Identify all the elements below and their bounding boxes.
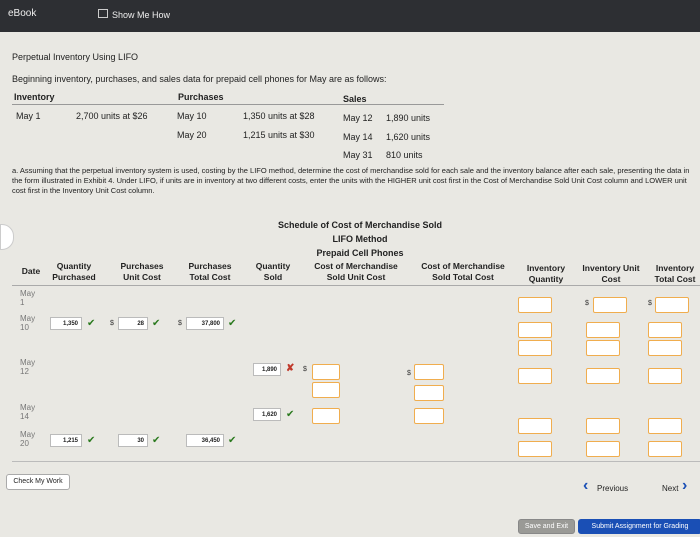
may12-inv-unit-input[interactable] [586, 368, 620, 384]
save-and-exit-button[interactable]: Save and Exit [518, 519, 575, 534]
row-date-may20: May 20 [20, 430, 36, 448]
inventory-header: Inventory [14, 92, 55, 102]
may20-purch-total[interactable]: 36,450 [186, 434, 224, 447]
schedule-method: LIFO Method [332, 234, 388, 244]
check-icon: ✔ [286, 409, 295, 420]
may1-inv-total-input[interactable] [655, 297, 689, 313]
may20-inv-qty-input[interactable] [518, 441, 552, 457]
header-divider [12, 104, 444, 105]
previous-button[interactable]: Previous [597, 484, 628, 493]
may10-inv-unit-input-1[interactable] [586, 322, 620, 338]
check-my-work-button[interactable]: Check My Work [6, 474, 70, 490]
inventory-desc: 2,700 units at $26 [76, 111, 148, 121]
sale-units: 810 units [386, 150, 423, 160]
may10-purch-total[interactable]: 37,800 [186, 317, 224, 330]
may12-cms-unit-input-1[interactable] [312, 364, 340, 380]
schedule-bottom-divider [12, 461, 700, 462]
sale-date: May 14 [343, 132, 373, 142]
check-icon: ✔ [152, 318, 161, 329]
sale-units: 1,620 units [386, 132, 431, 142]
schedule-product: Prepaid Cell Phones [316, 248, 404, 258]
may12-cms-unit-input-2[interactable] [312, 382, 340, 398]
row-date-may14: May 14 [20, 403, 36, 421]
dollar-sign: $ [407, 370, 411, 377]
check-icon: ✔ [228, 318, 237, 329]
may14-inv-total-input[interactable] [648, 418, 682, 434]
may10-purch-unit[interactable]: 28 [118, 317, 148, 330]
col-inv-qty: Inventory Quantity [526, 263, 566, 284]
problem-title: Perpetual Inventory Using LIFO [12, 52, 139, 62]
dollar-sign: $ [178, 320, 182, 327]
col-inv-unit-cost: Inventory Unit Cost [582, 263, 640, 284]
may1-inv-unit-input[interactable] [593, 297, 627, 313]
may14-cms-total-input[interactable] [414, 408, 444, 424]
next-button[interactable]: Next [662, 484, 678, 493]
sale-date: May 12 [343, 113, 373, 123]
dollar-sign: $ [648, 300, 652, 307]
may14-cms-unit-input[interactable] [312, 408, 340, 424]
purchases-header: Purchases [178, 92, 224, 102]
submit-assignment-button[interactable]: Submit Assignment for Grading [578, 519, 700, 534]
row-date-may1: May 1 [20, 289, 36, 307]
may10-qty-purchased[interactable]: 1,350 [50, 317, 82, 330]
check-icon: ✔ [87, 435, 96, 446]
purchase-desc: 1,350 units at $28 [243, 111, 315, 121]
may10-inv-qty-input-1[interactable] [518, 322, 552, 338]
col-purch-total-cost: Purchases Total Cost [188, 261, 232, 282]
may10-inv-qty-input-2[interactable] [518, 340, 552, 356]
check-icon: ✔ [152, 435, 161, 446]
ebook-tab[interactable]: eBook [8, 8, 36, 19]
x-icon: ✘ [286, 363, 295, 374]
scroll-left-handle[interactable] [0, 224, 14, 250]
may14-inv-qty-input[interactable] [518, 418, 552, 434]
col-qty-sold: Quantity Sold [255, 261, 291, 282]
dollar-sign: $ [303, 366, 307, 373]
may10-inv-total-input-2[interactable] [648, 340, 682, 356]
chevron-left-icon[interactable]: ‹ [583, 478, 588, 494]
top-bar: eBook Show Me How [0, 0, 700, 32]
may10-inv-unit-input-2[interactable] [586, 340, 620, 356]
check-icon: ✔ [87, 318, 96, 329]
may14-qty-sold[interactable]: 1,620 [253, 408, 281, 421]
show-me-how-tab[interactable]: Show Me How [112, 10, 170, 20]
may14-inv-unit-input[interactable] [586, 418, 620, 434]
purchase-date: May 20 [177, 130, 207, 140]
purchase-desc: 1,215 units at $30 [243, 130, 315, 140]
may12-inv-total-input[interactable] [648, 368, 682, 384]
row-date-may10: May 10 [20, 314, 36, 332]
may12-qty-sold[interactable]: 1,890 [253, 363, 281, 376]
col-inv-total-cost: Inventory Total Cost [654, 263, 696, 284]
may20-purch-unit[interactable]: 30 [118, 434, 148, 447]
may20-inv-unit-input[interactable] [586, 441, 620, 457]
row-date-may12: May 12 [20, 358, 36, 376]
dollar-sign: $ [585, 300, 589, 307]
inventory-date: May 1 [16, 111, 41, 121]
chevron-right-icon[interactable]: › [682, 478, 687, 494]
purchase-date: May 10 [177, 111, 207, 121]
sale-date: May 31 [343, 150, 373, 160]
col-cms-unit-cost: Cost of Merchandise Sold Unit Cost [314, 261, 398, 282]
sales-header: Sales [343, 94, 367, 104]
may20-inv-total-input[interactable] [648, 441, 682, 457]
col-qty-purchased: Quantity Purchased [52, 261, 96, 282]
may12-cms-total-input-2[interactable] [414, 385, 444, 401]
may10-inv-total-input-1[interactable] [648, 322, 682, 338]
sale-units: 1,890 units [386, 113, 431, 123]
dollar-sign: $ [110, 320, 114, 327]
may1-inv-qty-input[interactable] [518, 297, 552, 313]
col-purch-unit-cost: Purchases Unit Cost [120, 261, 164, 282]
may12-inv-qty-input[interactable] [518, 368, 552, 384]
check-icon: ✔ [228, 435, 237, 446]
schedule-title: Schedule of Cost of Merchandise Sold [277, 220, 443, 230]
may20-qty-purchased[interactable]: 1,215 [50, 434, 82, 447]
intro-text: Beginning inventory, purchases, and sale… [12, 74, 387, 84]
schedule-header-divider [12, 285, 700, 286]
col-cms-total-cost: Cost of Merchandise Sold Total Cost [421, 261, 505, 282]
show-me-how-icon [98, 9, 108, 18]
may12-cms-total-input-1[interactable] [414, 364, 444, 380]
instruction-text: a. Assuming that the perpetual inventory… [12, 166, 690, 195]
col-date: Date [21, 266, 41, 276]
